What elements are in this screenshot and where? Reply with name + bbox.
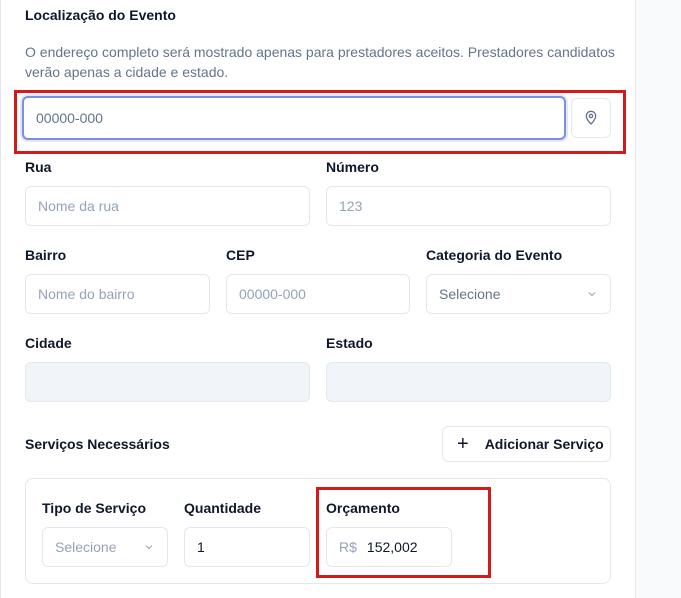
add-service-button[interactable]: + Adicionar Serviço bbox=[442, 426, 611, 462]
categoria-label: Categoria do Evento bbox=[426, 247, 563, 263]
categoria-value: Selecione bbox=[439, 286, 501, 302]
quantidade-label: Quantidade bbox=[184, 500, 262, 516]
numero-placeholder: 123 bbox=[339, 198, 363, 214]
quantidade-input[interactable]: 1 bbox=[184, 527, 310, 567]
categoria-select[interactable]: Selecione bbox=[426, 274, 611, 314]
bairro-label: Bairro bbox=[25, 247, 67, 263]
highlight-box-budget bbox=[316, 487, 491, 578]
plus-icon: + bbox=[457, 433, 469, 455]
tipo-servico-label: Tipo de Serviço bbox=[42, 500, 146, 516]
cidade-label: Cidade bbox=[25, 335, 72, 351]
rua-input[interactable]: Nome da rua bbox=[25, 186, 310, 226]
cep-label: CEP bbox=[226, 247, 255, 263]
section-title: Localização do Evento bbox=[25, 7, 176, 23]
cep-placeholder: 00000-000 bbox=[239, 286, 306, 302]
section-description: O endereço completo será mostrado apenas… bbox=[25, 44, 615, 80]
add-service-label: Adicionar Serviço bbox=[484, 436, 604, 452]
panel-left-border bbox=[0, 0, 1, 598]
cidade-input bbox=[25, 362, 310, 402]
chevron-down-icon bbox=[588, 292, 596, 297]
quantidade-value: 1 bbox=[197, 539, 205, 555]
tipo-servico-select[interactable]: Selecione bbox=[42, 527, 168, 567]
page-right-gutter bbox=[635, 0, 681, 598]
tipo-servico-value: Selecione bbox=[55, 539, 117, 555]
numero-input[interactable]: 123 bbox=[326, 186, 611, 226]
rua-placeholder: Nome da rua bbox=[38, 198, 119, 214]
bairro-input[interactable]: Nome do bairro bbox=[25, 274, 210, 314]
cep-input[interactable]: 00000-000 bbox=[226, 274, 410, 314]
services-title: Serviços Necessários bbox=[25, 436, 170, 452]
rua-label: Rua bbox=[25, 159, 52, 175]
estado-input bbox=[326, 362, 611, 402]
numero-label: Número bbox=[326, 159, 379, 175]
chevron-down-icon bbox=[145, 545, 153, 550]
estado-label: Estado bbox=[326, 335, 373, 351]
bairro-placeholder: Nome do bairro bbox=[38, 286, 135, 302]
highlight-box-location bbox=[14, 90, 626, 154]
